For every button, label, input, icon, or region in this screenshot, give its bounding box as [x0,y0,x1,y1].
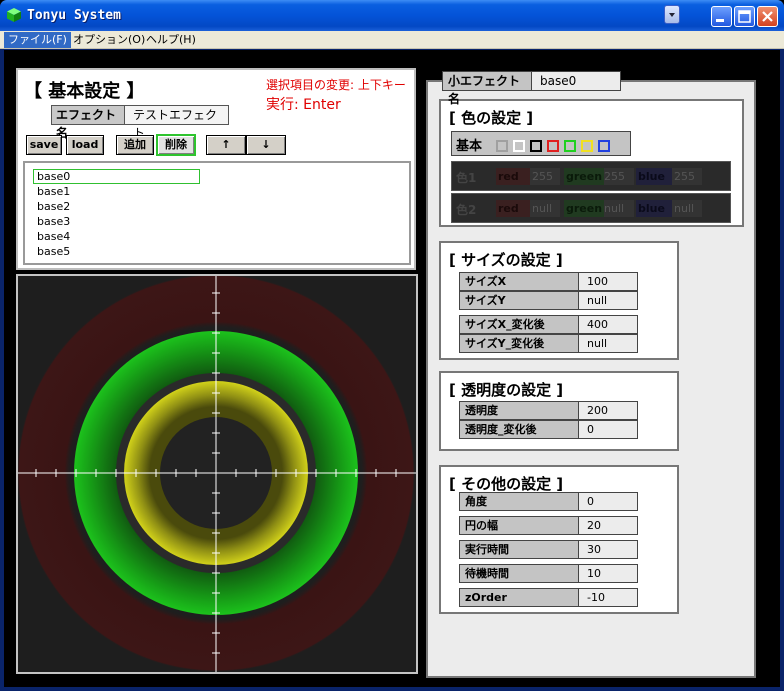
list-item[interactable]: base0 [37,169,70,184]
window-title: Tonyu System [27,8,121,23]
size-x-after-label: サイズX_変化後 [459,315,579,334]
load-button[interactable]: load [66,135,104,155]
size-x-after-field[interactable]: 400 [578,315,638,334]
color2-green-label: green [564,200,604,217]
swatch-blue[interactable] [598,140,610,152]
other-settings-title: [ その他の設定 ] [449,475,564,493]
maximize-button[interactable] [734,6,755,27]
effect-name-label: エフェクト名 [51,105,125,140]
run-time-field[interactable]: 30 [578,540,638,559]
title-bar[interactable]: Tonyu System [0,0,784,31]
move-up-button[interactable]: ↑ [206,135,246,155]
effect-name-field[interactable]: テストエフェクト [124,105,229,140]
delete-button[interactable]: 削除 [156,134,196,156]
color1-red-label: red [496,168,530,185]
color1-row: 色1 red 255 green 255 blue 255 [451,161,731,191]
size-x-field[interactable]: 100 [578,272,638,291]
menu-options[interactable]: オプション(O) [69,32,149,48]
other-settings-section: [ その他の設定 ] 角度 0 円の幅 20 実行時間 30 待機時間 10 z… [439,465,679,614]
list-item[interactable]: base3 [37,214,70,229]
hint-select-change: 選択項目の変更: 上下キー [266,78,406,92]
swatch-white[interactable] [513,140,525,152]
list-item[interactable]: base2 [37,199,70,214]
circle-width-field[interactable]: 20 [578,516,638,535]
sub-effect-panel: [ 色の設定 ] 基本 色1 red 255 green 255 blue 25… [426,80,756,678]
swatch-gray[interactable] [496,140,508,152]
maximize-icon [738,10,751,23]
wait-time-field[interactable]: 10 [578,564,638,583]
color-settings-section: [ 色の設定 ] 基本 色1 red 255 green 255 blue 25… [439,99,744,227]
list-item[interactable]: base1 [37,184,70,199]
color2-green-value[interactable]: null [604,200,634,217]
alpha-after-label: 透明度_変化後 [459,420,579,439]
save-button[interactable]: save [26,135,62,155]
close-button[interactable] [757,6,778,27]
swatch-red[interactable] [547,140,559,152]
swatch-black[interactable] [530,140,542,152]
zorder-label: zOrder [459,588,579,607]
effect-list: base0 base1 base2 base3 base4 base5 [23,161,411,265]
angle-field[interactable]: 0 [578,492,638,511]
size-y-after-label: サイズY_変化後 [459,334,579,353]
swatch-yellow[interactable] [581,140,593,152]
basic-color-label: 基本 [456,139,483,154]
color2-red-label: red [496,200,530,217]
basic-settings-panel: 【 基本設定 】 選択項目の変更: 上下キー 実行: Enter エフェクト名 … [16,68,416,270]
color1-blue-value[interactable]: 255 [672,168,702,185]
menu-help[interactable]: ヘルプ(H) [142,32,200,48]
effect-preview[interactable] [16,274,418,674]
color1-label: 色1 [456,171,477,185]
minimize-button[interactable] [711,6,732,27]
move-down-button[interactable]: ↓ [246,135,286,155]
zorder-field[interactable]: -10 [578,588,638,607]
list-item[interactable]: base5 [37,244,70,259]
effect-preview-graphic [18,276,416,672]
basic-settings-title: 【 基本設定 】 [24,81,145,102]
hint-run: 実行: Enter [266,97,341,113]
alpha-settings-title: [ 透明度の設定 ] [449,381,564,399]
alpha-field[interactable]: 200 [578,401,638,420]
color1-blue-label: blue [636,168,672,185]
app-cube-icon [7,8,21,22]
system-menu-icon [669,13,675,17]
sub-effect-name-label: 小エフェクト名 [442,71,532,106]
color2-label: 色2 [456,203,477,217]
wait-time-label: 待機時間 [459,564,579,583]
circle-width-label: 円の幅 [459,516,579,535]
alpha-settings-section: [ 透明度の設定 ] 透明度 200 透明度_変化後 0 [439,371,679,451]
color1-green-label: green [564,168,604,185]
run-time-label: 実行時間 [459,540,579,559]
alpha-after-field[interactable]: 0 [578,420,638,439]
color2-row: 色2 red null green null blue null [451,193,731,223]
app-window: Tonyu System ファイル(F) オプション(O) ヘルプ(H) 【 基… [0,0,784,691]
alpha-label: 透明度 [459,401,579,420]
close-icon [762,11,773,22]
menu-bar: ファイル(F) オプション(O) ヘルプ(H) [0,31,784,49]
add-button[interactable]: 追加 [116,135,154,155]
system-menu-button[interactable] [664,5,680,24]
game-canvas[interactable]: 【 基本設定 】 選択項目の変更: 上下キー 実行: Enter エフェクト名 … [4,50,780,687]
size-x-label: サイズX [459,272,579,291]
minimize-icon [716,19,724,22]
color2-blue-value[interactable]: null [672,200,702,217]
size-settings-title: [ サイズの設定 ] [449,251,563,269]
basic-color-row: 基本 [451,131,631,156]
angle-label: 角度 [459,492,579,511]
menu-file[interactable]: ファイル(F) [4,32,71,48]
color-settings-title: [ 色の設定 ] [449,109,534,127]
list-item[interactable]: base4 [37,229,70,244]
color1-red-value[interactable]: 255 [530,168,560,185]
sub-effect-name-field[interactable]: base0 [531,71,621,91]
color1-green-value[interactable]: 255 [604,168,634,185]
color2-red-value[interactable]: null [530,200,560,217]
size-y-after-field[interactable]: null [578,334,638,353]
size-y-label: サイズY [459,291,579,310]
size-y-field[interactable]: null [578,291,638,310]
color2-blue-label: blue [636,200,672,217]
swatch-green[interactable] [564,140,576,152]
size-settings-section: [ サイズの設定 ] サイズX 100 サイズY null サイズX_変化後 4… [439,241,679,360]
